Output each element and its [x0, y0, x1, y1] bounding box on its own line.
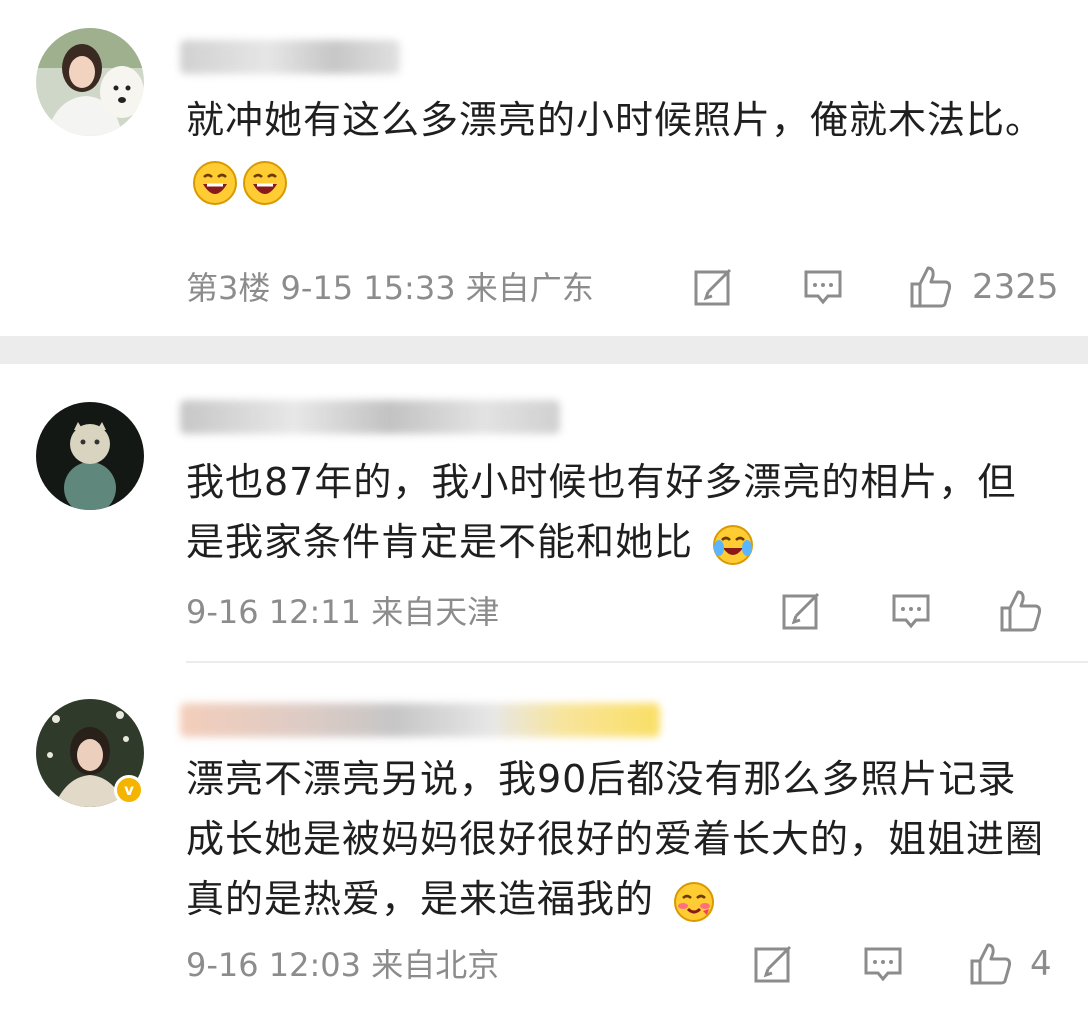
- comment-item: 就冲她有这么多漂亮的小时候照片，俺就木法比。 第3楼 9-15 15:33 来自…: [0, 0, 1088, 336]
- username-blurred[interactable]: [180, 40, 400, 74]
- comment-meta: 第3楼 9-15 15:33 来自广东: [186, 269, 594, 307]
- comment-button[interactable]: [862, 943, 904, 985]
- repost-button[interactable]: [780, 590, 822, 632]
- repost-button[interactable]: [692, 266, 734, 308]
- comment-icon: [864, 947, 902, 982]
- username-blurred[interactable]: [180, 400, 560, 434]
- crying-laughing-emoji-icon: [713, 524, 754, 565]
- section-separator: [0, 336, 1088, 364]
- like-button[interactable]: [998, 588, 1044, 634]
- avatar[interactable]: [36, 402, 144, 510]
- comment-text: 漂亮不漂亮另说，我90后都没有那么多照片记录成长她是被妈妈很好很好的爱着长大的，…: [186, 749, 1048, 929]
- verified-badge-icon: v: [114, 775, 144, 805]
- avatar-photo: [36, 402, 144, 510]
- comment-meta: 9-16 12:11 来自天津: [186, 593, 500, 631]
- like-count: 2325: [972, 267, 1059, 307]
- comment-body: 漂亮不漂亮另说，我90后都没有那么多照片记录成长她是被妈妈很好很好的爱着长大的，…: [186, 757, 1045, 921]
- comment-icon: [892, 594, 930, 629]
- like-icon: [1000, 590, 1042, 632]
- comment-body: 就冲她有这么多漂亮的小时候照片，俺就木法比。: [186, 98, 1045, 142]
- comment-meta: 9-16 12:03 来自北京: [186, 946, 500, 984]
- like-icon: [970, 943, 1012, 985]
- comment-button[interactable]: [802, 266, 844, 308]
- comment-text: 就冲她有这么多漂亮的小时候照片，俺就木法比。: [186, 90, 1048, 210]
- comment-icon: [804, 270, 842, 305]
- like-count: 4: [1030, 944, 1052, 984]
- avatar-photo: [36, 28, 144, 136]
- laughing-emoji-icon: [193, 160, 237, 205]
- like-button[interactable]: 2325: [908, 264, 1059, 310]
- laughing-emoji-icon: [243, 160, 287, 205]
- username-blurred[interactable]: [180, 703, 660, 737]
- comment-item: v 漂亮不漂亮另说，我90后都没有那么多照片记录成长她是被妈妈很好很好的爱着长大…: [0, 663, 1088, 1017]
- like-icon: [910, 266, 952, 308]
- repost-icon: [754, 945, 792, 983]
- comment-item: 我也87年的，我小时候也有好多漂亮的相片，但是我家条件肯定是不能和她比 9-16…: [0, 364, 1088, 662]
- blushing-emoji-icon: [674, 881, 715, 922]
- like-button[interactable]: 4: [968, 941, 1052, 987]
- comment-button[interactable]: [890, 590, 932, 632]
- repost-icon: [694, 268, 732, 306]
- comment-text: 我也87年的，我小时候也有好多漂亮的相片，但是我家条件肯定是不能和她比: [186, 452, 1048, 572]
- comment-body: 我也87年的，我小时候也有好多漂亮的相片，但是我家条件肯定是不能和她比: [186, 460, 1017, 564]
- avatar[interactable]: [36, 28, 144, 136]
- repost-button[interactable]: [752, 943, 794, 985]
- repost-icon: [782, 592, 820, 630]
